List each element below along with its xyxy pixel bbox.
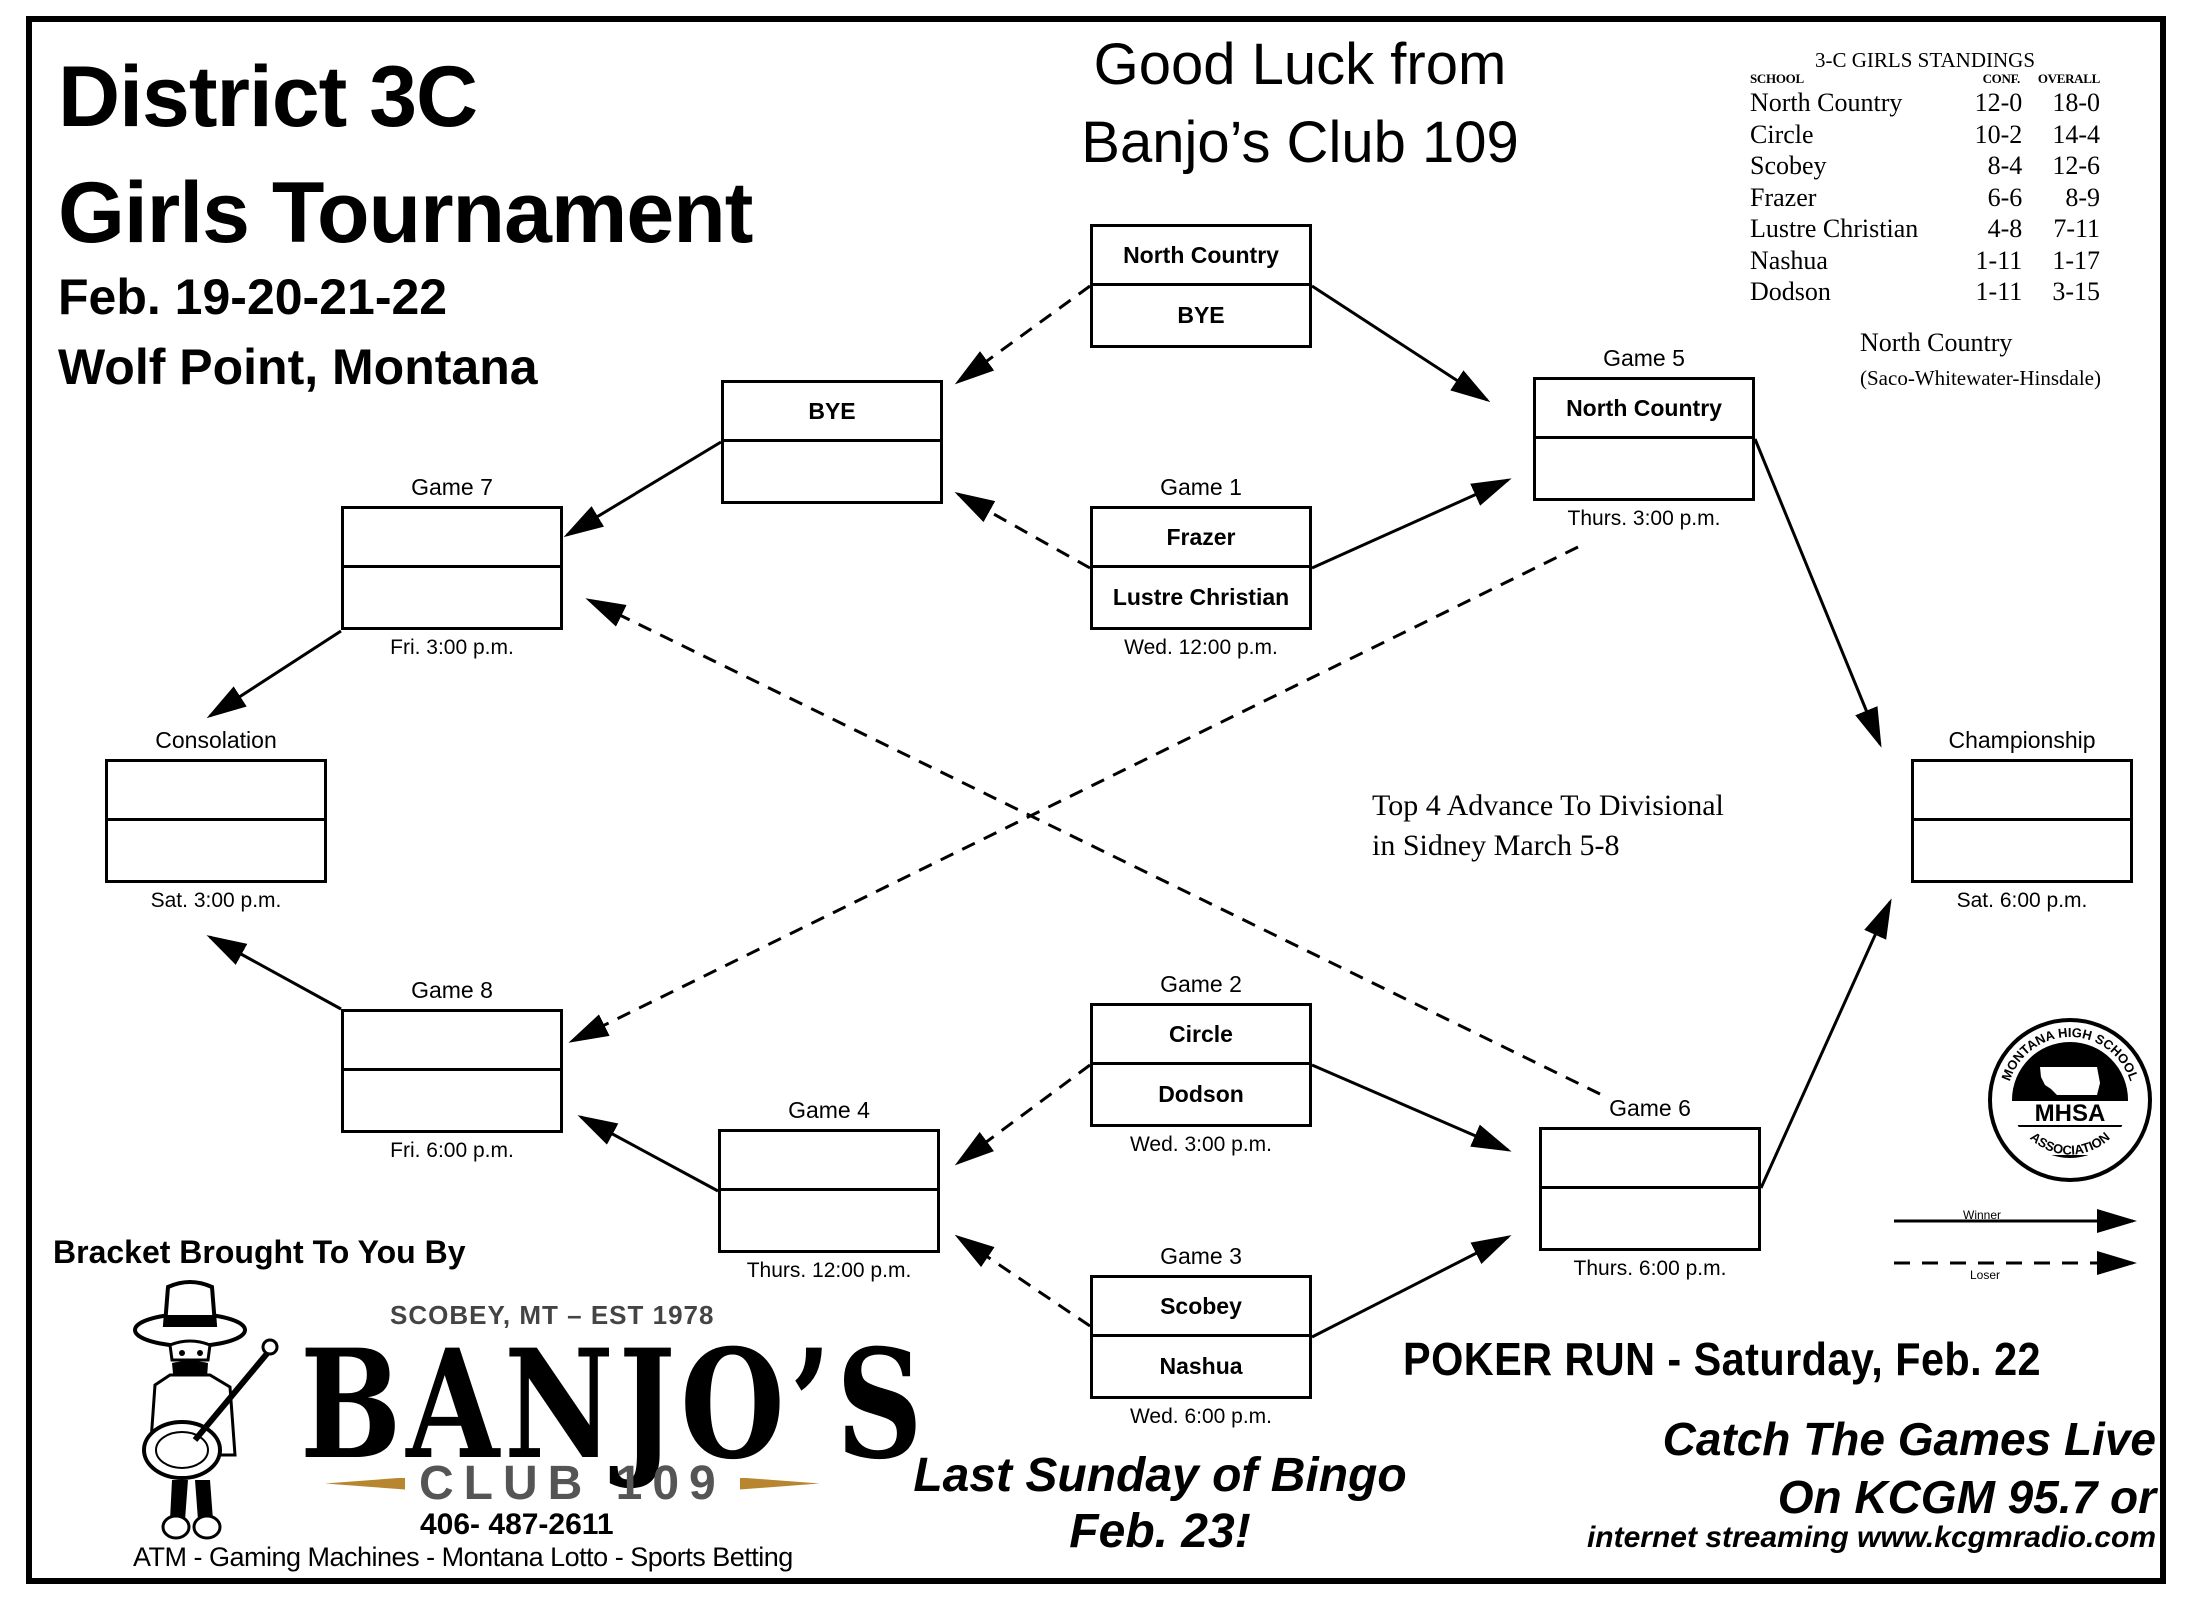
game3-time: Wed. 6:00 p.m.: [1129, 1405, 1273, 1428]
game5-time: Thurs. 3:00 p.m.: [1567, 507, 1721, 530]
game7-label: Game 7: [411, 474, 493, 500]
sponsor-phone: 406- 487-2611: [420, 1508, 614, 1541]
game2-box: Circle Dodson: [1090, 1003, 1312, 1127]
seed-box: North Country BYE: [1090, 224, 1312, 348]
advance-note-line-2: in Sidney March 5-8: [1372, 829, 1620, 862]
bye-bottom-team-slot[interactable]: [724, 442, 940, 501]
sponsor-club: CLUB 109: [325, 1456, 820, 1511]
game7-box: [341, 506, 563, 630]
game8-box: [341, 1009, 563, 1133]
loser-arrow-game1-to-bye: [954, 492, 1091, 570]
game3-label: Game 3: [1160, 1243, 1242, 1269]
championship-box: [1911, 759, 2133, 883]
bingo-promo: Last Sunday of Bingo Feb. 23!: [890, 1448, 1430, 1560]
radio-line-1: Catch The Games Live: [1662, 1413, 2156, 1465]
game1-bottom-team-slot[interactable]: Lustre Christian: [1093, 568, 1309, 627]
game5-top-team-slot[interactable]: North Country: [1536, 380, 1752, 439]
championship-label: Championship: [1948, 727, 2096, 753]
game3-bottom-team-slot[interactable]: Nashua: [1093, 1337, 1309, 1396]
loser-arrow-seed-to-bye: [954, 284, 1091, 385]
game7-time: Fri. 3:00 p.m.: [390, 636, 514, 659]
poker-run-promo: POKER RUN - Saturday, Feb. 22: [1403, 1333, 2042, 1385]
seed-top-team-slot[interactable]: North Country: [1093, 227, 1309, 286]
radio-streaming-link[interactable]: internet streaming www.kcgmradio.com: [1587, 1521, 2156, 1555]
winner-arrow-game8-to-consolation: [206, 935, 342, 1011]
game8-top-team-slot[interactable]: [344, 1012, 560, 1071]
consolation-box: [105, 759, 327, 883]
consolation-top-team-slot[interactable]: [108, 762, 324, 821]
game6-label: Game 6: [1609, 1095, 1691, 1121]
game1-box: Frazer Lustre Christian: [1090, 506, 1312, 630]
winner-arrow-game6-to-championship: [1759, 898, 1892, 1189]
championship-bottom-team-slot[interactable]: [1914, 821, 2130, 880]
game4-label: Game 4: [788, 1097, 870, 1123]
game1-time: Wed. 12:00 p.m.: [1124, 636, 1278, 659]
legend-winner-label: Winner: [1963, 1208, 2002, 1222]
loser-arrow-game3-to-game4: [954, 1234, 1091, 1328]
legend-loser-label: Loser: [1970, 1268, 2001, 1282]
winner-arrow-game1-to-game5: [1311, 478, 1512, 570]
game2-label: Game 2: [1160, 971, 1242, 997]
radio-line-2: On KCGM 95.7 or: [1777, 1471, 2156, 1523]
winner-arrow-game3-to-game6: [1311, 1235, 1512, 1339]
game2-top-team-slot[interactable]: Circle: [1093, 1006, 1309, 1065]
radio-promo: Catch The Games Live On KCGM 95.7 or: [1663, 1410, 2156, 1526]
game4-box: [718, 1129, 940, 1253]
seed-bottom-team-slot[interactable]: BYE: [1093, 286, 1309, 345]
winner-arrow-game7-to-consolation: [206, 629, 342, 719]
banjo-player-mascot-icon: [133, 1280, 279, 1540]
consolation-bottom-team-slot[interactable]: [108, 821, 324, 880]
game8-label: Game 8: [411, 977, 493, 1003]
consolation-label: Consolation: [155, 727, 277, 753]
club-left-arrow-icon: [325, 1477, 405, 1490]
bingo-line-2: Feb. 23!: [1069, 1505, 1251, 1558]
sponsor-header: Bracket Brought To You By: [53, 1234, 466, 1270]
winner-arrow-game5-to-championship: [1753, 438, 1882, 748]
bye-top-team-slot[interactable]: BYE: [724, 383, 940, 442]
sponsor-club-text: CLUB 109: [419, 1457, 726, 1510]
loser-arrow-game2-to-game4: [954, 1063, 1091, 1166]
winner-arrow-game4-to-game8: [577, 1115, 719, 1193]
game5-box: North Country: [1533, 377, 1755, 501]
game8-bottom-team-slot[interactable]: [344, 1071, 560, 1130]
championship-time: Sat. 6:00 p.m.: [1956, 889, 2088, 912]
consolation-time: Sat. 3:00 p.m.: [150, 889, 282, 912]
game4-bottom-team-slot[interactable]: [721, 1191, 937, 1250]
bye-box: BYE: [721, 380, 943, 504]
game6-time: Thurs. 6:00 p.m.: [1573, 1257, 1727, 1280]
game6-box: [1539, 1127, 1761, 1251]
game5-label: Game 5: [1603, 345, 1685, 371]
game5-bottom-team-slot[interactable]: [1536, 439, 1752, 498]
game7-bottom-team-slot[interactable]: [344, 568, 560, 627]
winner-arrow-bye-to-game7: [563, 440, 722, 538]
game6-top-team-slot[interactable]: [1542, 1130, 1758, 1189]
championship-top-team-slot[interactable]: [1914, 762, 2130, 821]
game1-top-team-slot[interactable]: Frazer: [1093, 509, 1309, 568]
winner-arrow-game2-to-game6: [1311, 1063, 1512, 1152]
club-right-arrow-icon: [739, 1477, 820, 1490]
game8-time: Fri. 6:00 p.m.: [390, 1139, 514, 1162]
mhsa-logo: MHSA MONTANA HIGH SCHOOL ASSOCIATION: [1988, 1018, 2152, 1182]
advance-note: Top 4 Advance To Divisional in Sidney Ma…: [1372, 786, 1724, 866]
game2-time: Wed. 3:00 p.m.: [1129, 1133, 1273, 1156]
sponsor-services: ATM - Gaming Machines - Montana Lotto - …: [133, 1542, 793, 1572]
game1-label: Game 1: [1160, 474, 1242, 500]
winner-arrow-seed-to-game5: [1311, 284, 1491, 403]
game6-bottom-team-slot[interactable]: [1542, 1189, 1758, 1248]
advance-note-line-1: Top 4 Advance To Divisional: [1372, 789, 1724, 822]
game3-box: Scobey Nashua: [1090, 1275, 1312, 1399]
game4-top-team-slot[interactable]: [721, 1132, 937, 1191]
game4-time: Thurs. 12:00 p.m.: [746, 1259, 912, 1282]
bingo-line-1: Last Sunday of Bingo: [913, 1449, 1407, 1502]
logo-abbrev: MHSA: [2035, 1100, 2106, 1127]
game7-top-team-slot[interactable]: [344, 509, 560, 568]
game3-top-team-slot[interactable]: Scobey: [1093, 1278, 1309, 1337]
game2-bottom-team-slot[interactable]: Dodson: [1093, 1065, 1309, 1124]
